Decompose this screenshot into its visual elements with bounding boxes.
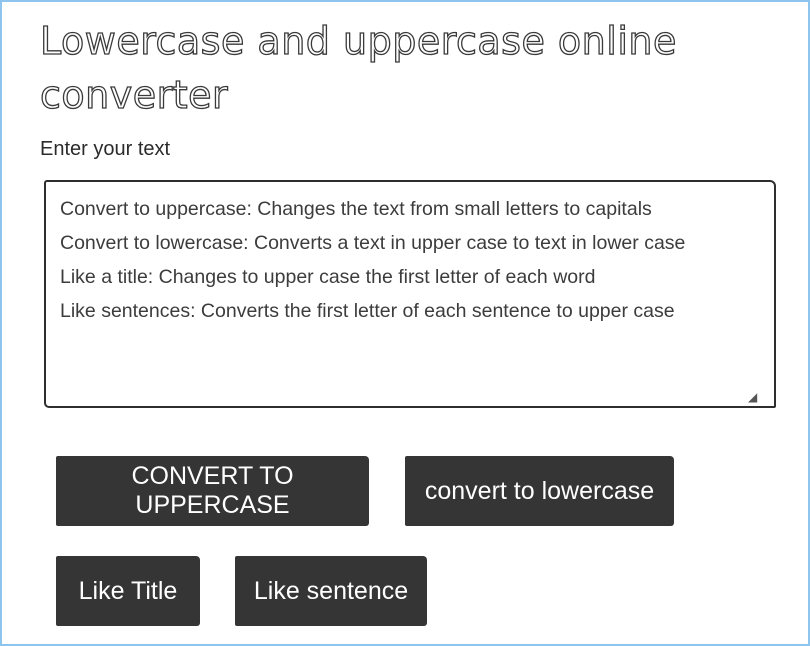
convert-to-uppercase-button[interactable]: CONVERT TO UPPERCASE <box>56 456 369 526</box>
page-frame: Lowercase and uppercase online converter… <box>0 0 810 646</box>
convert-to-lowercase-button[interactable]: convert to lowercase <box>405 456 674 526</box>
page-title: Lowercase and uppercase online converter <box>39 18 677 117</box>
resize-grip-icon[interactable]: ◢ <box>748 390 762 404</box>
like-sentence-button[interactable]: Like sentence <box>235 556 427 626</box>
text-input-label: Enter your text <box>40 138 171 160</box>
like-title-button[interactable]: Like Title <box>56 556 200 626</box>
text-input-area[interactable]: Convert to uppercase: Changes the text f… <box>44 180 776 408</box>
